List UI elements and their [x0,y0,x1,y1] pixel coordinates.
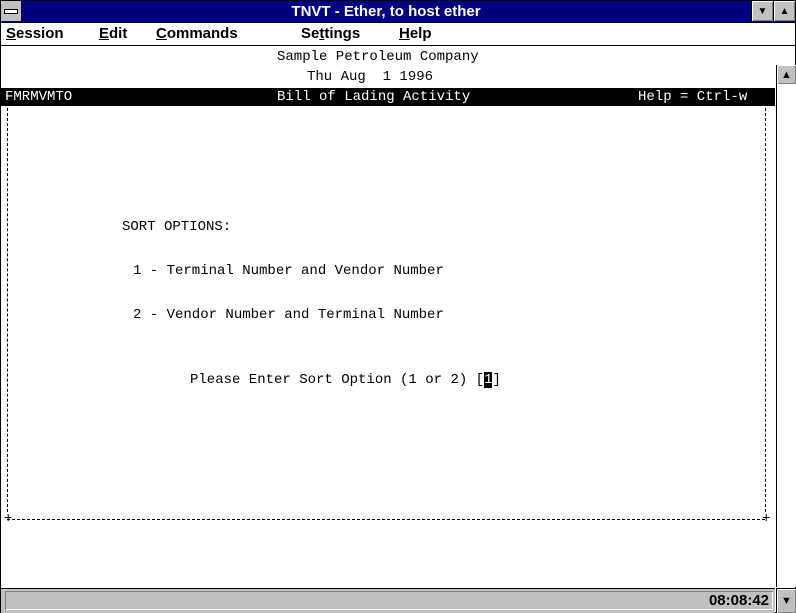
vertical-scrollbar[interactable]: ▲ [776,65,796,587]
company-name: Sample Petroleum Company [277,49,479,65]
sort-option-prompt: Please Enter Sort Option (1 or 2) [1] [190,371,501,389]
scroll-up-button[interactable]: ▲ [777,65,796,84]
scroll-down-button[interactable]: ▼ [776,588,796,613]
terminal-window: TNVT - Ether, to host ether ▼ ▲ Session … [0,0,796,613]
header-bar: FMRMVMTO Bill of Lading Activity Help = … [1,88,775,106]
maximize-button[interactable]: ▲ [773,1,795,21]
title-bar[interactable]: TNVT - Ether, to host ether ▼ ▲ [1,1,795,23]
right-border [765,108,766,512]
menu-help[interactable]: Help [399,23,432,45]
scroll-down-icon: ▼ [781,595,792,607]
menu-session[interactable]: Session [6,23,64,45]
menu-commands[interactable]: Commands [156,23,238,45]
sort-options-heading: SORT OPTIONS: [122,219,232,235]
menu-settings[interactable]: Settings [301,23,360,45]
system-menu-icon [4,8,18,14]
prompt-text: Please Enter Sort Option (1 or 2) [ [190,372,485,388]
sort-option-1: 1 - Terminal Number and Vendor Number [133,263,444,279]
status-field [5,591,773,610]
prompt-close: ] [492,372,501,388]
minimize-button[interactable]: ▼ [751,1,773,21]
left-border [7,108,8,512]
bottom-border [7,519,765,520]
menu-bar: Session Edit Commands Settings Help [1,23,795,46]
scroll-up-icon: ▲ [781,68,792,81]
menu-edit[interactable]: Edit [99,23,127,45]
program-id: FMRMVMTO [5,89,73,105]
terminal-screen[interactable]: Sample Petroleum Company Thu Aug 1 1996 … [1,46,775,587]
window-title: TNVT - Ether, to host ether [291,3,481,20]
system-date: Thu Aug 1 1996 [307,69,434,85]
maximize-icon: ▲ [779,5,790,17]
minimize-icon: ▼ [757,5,768,17]
status-bar: 08:08:42 [1,588,775,613]
border-corner-right: + [762,511,771,527]
border-corner-left: + [4,511,13,527]
system-menu-button[interactable] [1,1,22,21]
screen-title: Bill of Lading Activity [277,89,471,105]
help-hint: Help = Ctrl-w [638,89,748,105]
sort-option-2: 2 - Vendor Number and Terminal Number [133,307,444,323]
status-clock: 08:08:42 [708,592,769,609]
